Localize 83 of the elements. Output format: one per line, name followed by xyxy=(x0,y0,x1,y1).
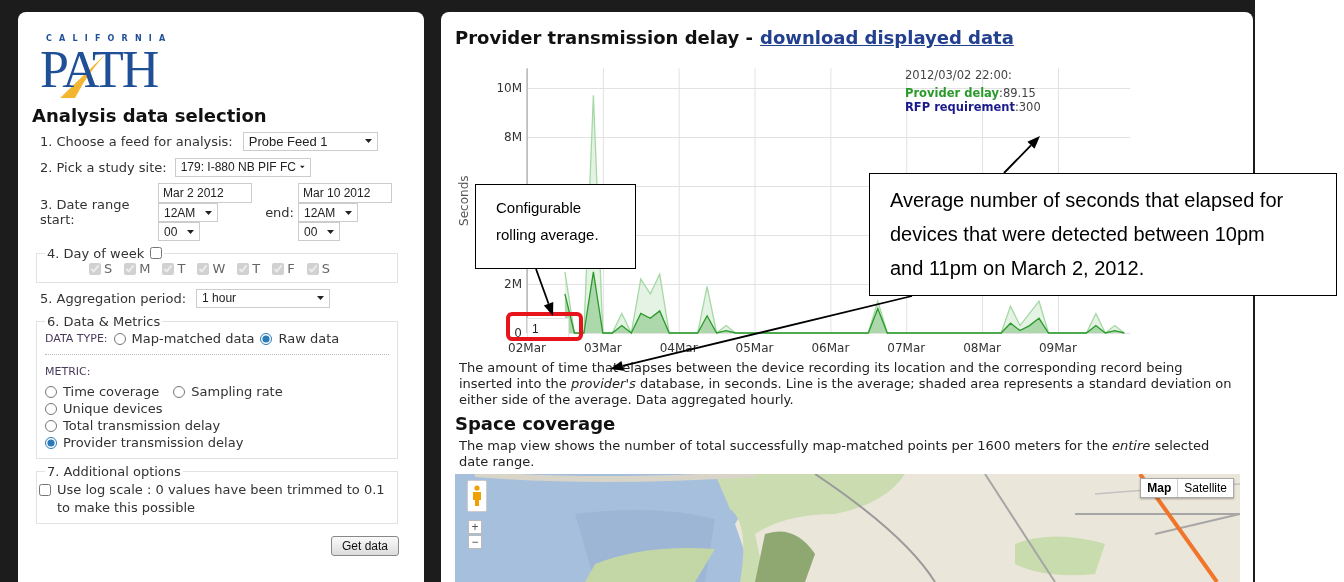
field-label: 2. Pick a study site: xyxy=(40,159,167,175)
axis-label: 0 xyxy=(514,326,522,340)
field-label: DATA TYPE: xyxy=(45,332,108,345)
axis-label: 09Mar xyxy=(1039,341,1077,355)
checkbox-label: M xyxy=(139,261,151,276)
checkbox-label: T xyxy=(177,261,186,276)
radio-button[interactable] xyxy=(45,402,57,415)
get-data-button[interactable]: Get data xyxy=(330,536,399,556)
radio-button[interactable] xyxy=(173,385,186,398)
hour-dropdown[interactable]: 12AM xyxy=(298,203,358,222)
checkbox[interactable] xyxy=(39,484,51,496)
field-label: 3. Date range start: xyxy=(40,197,131,227)
radio-button[interactable] xyxy=(45,385,57,398)
axis-label: 10M xyxy=(496,81,522,95)
logo-caption: CALIFORNIA xyxy=(46,34,173,43)
caret-icon xyxy=(364,139,372,143)
fieldset-legend: 6. Data & Metrics xyxy=(47,314,161,329)
minute-dropdown[interactable]: 00 xyxy=(158,222,200,241)
caret-icon xyxy=(205,210,212,215)
checkbox-label: F xyxy=(287,261,295,276)
radio-label: Unique devices xyxy=(63,401,163,416)
minute-dropdown[interactable]: 00 xyxy=(298,222,340,241)
axis-title: Seconds xyxy=(457,175,471,226)
panel-heading: Analysis data selection xyxy=(32,104,268,128)
zoom-out-button[interactable]: − xyxy=(468,535,482,549)
radio-button[interactable] xyxy=(260,332,273,345)
caret-icon xyxy=(187,229,194,234)
date-field[interactable]: Mar 10 2012 xyxy=(298,183,392,203)
radio-label: Provider transmission delay xyxy=(63,435,244,450)
hour-dropdown[interactable]: 12AM xyxy=(158,203,218,222)
axis-label: 02Mar xyxy=(508,341,546,355)
person-icon[interactable] xyxy=(472,485,482,507)
axis-label: 06Mar xyxy=(811,341,850,355)
radio-button[interactable] xyxy=(45,419,57,432)
radio-button[interactable] xyxy=(113,332,126,345)
checkbox-label: W xyxy=(212,261,226,276)
axis-label: 04Mar xyxy=(659,341,698,355)
arrow xyxy=(1003,136,1040,174)
section-heading: Space coverage xyxy=(455,412,617,436)
radio-label: Sampling rate xyxy=(191,384,283,399)
caret-icon xyxy=(327,229,334,234)
radio-label: Raw data xyxy=(278,331,340,346)
caret-icon xyxy=(345,210,352,215)
axis-label: 8M xyxy=(504,130,522,144)
arrow xyxy=(535,268,554,316)
callout-box: Configurable rolling average. xyxy=(475,184,636,269)
rolling-average-field[interactable]: 1 xyxy=(527,318,569,340)
checkbox[interactable] xyxy=(150,247,163,259)
download-link[interactable]: download displayed data xyxy=(760,26,1014,50)
tooltip-row: Provider delay:89.15 xyxy=(905,86,1036,100)
field-label: end: xyxy=(264,204,295,220)
axis-label: 08Mar xyxy=(963,341,1002,355)
radio-label: Map-matched data xyxy=(131,331,255,346)
axis-label: 05Mar xyxy=(735,341,774,355)
radio-label: Time coverage xyxy=(63,384,160,399)
map-type-tab[interactable]: Map xyxy=(1141,479,1178,497)
field-label: 1. Choose a feed for analysis: xyxy=(40,133,233,149)
fieldset-legend: 7. Additional options xyxy=(47,464,181,479)
radio-label: Total transmission delay xyxy=(63,418,221,433)
fieldset-legend: 4. Day of week xyxy=(47,246,145,261)
caret-icon xyxy=(300,165,305,169)
site-dropdown[interactable]: 179: I-880 NB PIF FC xyxy=(174,157,311,177)
field-label: 5. Aggregation period: xyxy=(40,290,187,306)
axis-label: 2M xyxy=(504,277,522,291)
chart-title: Provider transmission delay - xyxy=(455,26,754,50)
map-description: The map view shows the number of total successfully map-matched points per 1600 meters for the entire selected date range. xyxy=(458,438,1211,470)
zoom-in-button[interactable]: + xyxy=(468,520,482,534)
date-field[interactable]: Mar 2 2012 xyxy=(158,183,252,203)
callout-box: Average number of seconds that elapsed for devices that were detected between 10pm and 11pm on March 2, 2012. xyxy=(869,173,1337,296)
checkbox-label: S xyxy=(321,261,330,276)
tooltip-row: RFP requirement:300 xyxy=(905,100,1041,114)
checkbox-label: S xyxy=(104,261,113,276)
tooltip-time: 2012/03/02 22:00: xyxy=(905,68,1012,82)
axis-label: 07Mar xyxy=(887,341,926,355)
radio-button[interactable] xyxy=(45,436,57,449)
map-type-tab[interactable]: Satellite xyxy=(1177,479,1233,497)
axis-label: 03Mar xyxy=(583,341,622,355)
checkbox-label: T xyxy=(252,261,261,276)
option-label: Use log scale : 0 values have been trimmed to 0.1 to make this possible xyxy=(57,481,386,517)
aggregation-dropdown[interactable]: 1 hour xyxy=(196,288,331,308)
caret-icon xyxy=(317,296,325,300)
field-label: METRIC: xyxy=(45,365,92,378)
feed-dropdown[interactable]: Probe Feed 1 xyxy=(242,131,378,151)
